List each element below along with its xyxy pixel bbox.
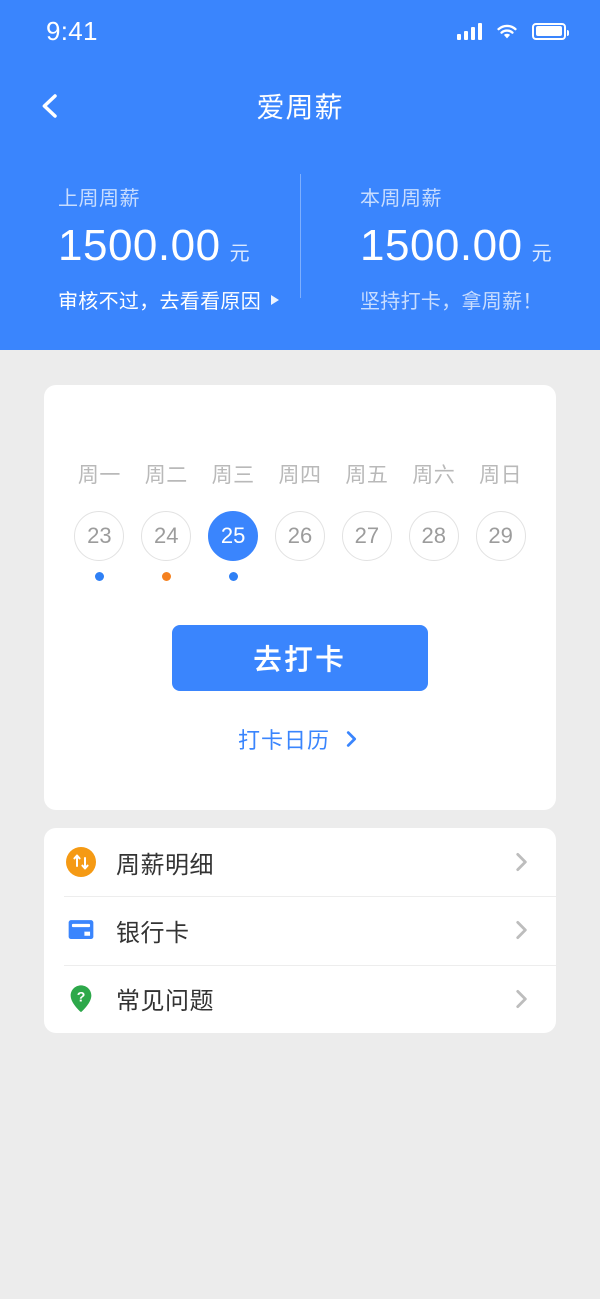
this-week-label: 本周周薪 xyxy=(360,188,442,210)
menu-item[interactable]: 银行卡 xyxy=(44,896,556,964)
bank-card-icon xyxy=(64,913,98,947)
date-cell: 23 xyxy=(66,511,133,581)
date-status-dot xyxy=(362,572,371,581)
weekday-header-row: 周一 周二 周三 周四 周五 周六 周日 xyxy=(44,459,556,489)
nav-bar: 爱周薪 xyxy=(0,62,600,150)
date-status-dot xyxy=(496,572,505,581)
date-status-dot xyxy=(161,572,171,581)
wifi-icon xyxy=(495,22,519,40)
menu-list-card: 周薪明细 银行卡? 常见问题 xyxy=(44,828,556,1033)
faq-question-pin-icon: ? xyxy=(64,982,98,1016)
date-status-dot xyxy=(94,572,104,581)
date-circle[interactable]: 29 xyxy=(475,511,526,561)
weekday-label: 周日 xyxy=(479,464,523,487)
last-week-note-link[interactable]: 审核不过，去看看原因 xyxy=(58,285,300,314)
chevron-right-icon xyxy=(508,986,534,1012)
this-week-salary-block: 本周周薪 1500.00 元 坚持打卡，拿周薪！ xyxy=(300,160,600,340)
menu-item-label: 周薪明细 xyxy=(116,851,214,879)
chevron-right-icon xyxy=(508,849,534,875)
checkin-card: 周一 周二 周三 周四 周五 周六 周日 23 24 25 26 27 28 29 去打卡 打卡日历 xyxy=(44,385,556,810)
this-week-note: 坚持打卡，拿周薪！ xyxy=(360,291,543,313)
weekday-label: 周二 xyxy=(144,464,188,487)
last-week-salary-block: 上周周薪 1500.00 元 审核不过，去看看原因 xyxy=(0,160,300,340)
date-cell: 24 xyxy=(133,511,200,581)
date-circle[interactable]: 23 xyxy=(74,511,125,561)
checkin-calendar-link[interactable]: 打卡日历 xyxy=(44,723,556,755)
salary-detail-icon xyxy=(64,845,98,879)
chevron-right-icon xyxy=(340,728,362,750)
status-time: 9:41 xyxy=(46,15,98,46)
header-panel: 9:41 爱周薪 上周周薪 1500.00 元 审核不过，去看看原因 本周周薪 … xyxy=(0,0,600,350)
last-week-note-text: 审核不过，去看看原因 xyxy=(58,291,261,313)
weekday-label: 周三 xyxy=(211,464,255,487)
menu-item-label: 银行卡 xyxy=(116,919,190,947)
page-title: 爱周薪 xyxy=(256,92,344,123)
salary-summary: 上周周薪 1500.00 元 审核不过，去看看原因 本周周薪 1500.00 元… xyxy=(0,160,600,340)
last-week-label: 上周周薪 xyxy=(58,188,140,210)
weekday-label: 周四 xyxy=(278,464,322,487)
this-week-amount-row: 1500.00 元 xyxy=(360,221,600,271)
back-button[interactable] xyxy=(26,82,74,130)
date-circle[interactable]: 25 xyxy=(208,511,259,561)
chevron-right-icon xyxy=(508,917,534,943)
menu-item[interactable]: 周薪明细 xyxy=(44,828,556,896)
app-screen: 9:41 爱周薪 上周周薪 1500.00 元 审核不过，去看看原因 本周周薪 … xyxy=(0,0,600,1299)
date-circle[interactable]: 26 xyxy=(275,511,325,561)
checkin-calendar-label: 打卡日历 xyxy=(237,728,330,753)
date-circle[interactable]: 27 xyxy=(341,511,392,561)
menu-item-label: 常见问题 xyxy=(116,988,214,1016)
this-week-amount: 1500.00 xyxy=(360,221,523,270)
date-status-dot xyxy=(429,572,438,581)
date-cell: 27 xyxy=(333,511,400,581)
date-circle[interactable]: 28 xyxy=(408,511,459,561)
date-cell: 29 xyxy=(467,511,534,581)
menu-item[interactable]: ? 常见问题 xyxy=(44,964,556,1033)
status-icons xyxy=(457,22,569,40)
last-week-amount: 1500.00 xyxy=(58,221,221,270)
triangle-right-icon xyxy=(271,294,279,305)
svg-text:?: ? xyxy=(77,988,86,1004)
date-cell: 26 xyxy=(267,511,334,581)
weekday-label: 周五 xyxy=(345,464,389,487)
weekday-label: 周一 xyxy=(77,464,121,487)
last-week-amount-row: 1500.00 元 xyxy=(58,221,300,271)
weekday-label: 周六 xyxy=(412,464,456,487)
status-bar: 9:41 xyxy=(0,0,600,62)
date-status-dot xyxy=(296,572,305,581)
last-week-unit: 元 xyxy=(229,243,250,265)
date-cell: 28 xyxy=(400,511,467,581)
this-week-unit: 元 xyxy=(531,243,552,265)
date-status-dot xyxy=(228,572,238,581)
date-circle[interactable]: 24 xyxy=(141,511,192,561)
go-checkin-button[interactable]: 去打卡 xyxy=(172,625,428,691)
date-row: 23 24 25 26 27 28 29 xyxy=(44,511,556,581)
chevron-left-icon xyxy=(42,94,57,118)
battery-icon xyxy=(532,22,569,40)
signal-bars-icon xyxy=(457,22,482,40)
date-cell: 25 xyxy=(200,511,267,581)
